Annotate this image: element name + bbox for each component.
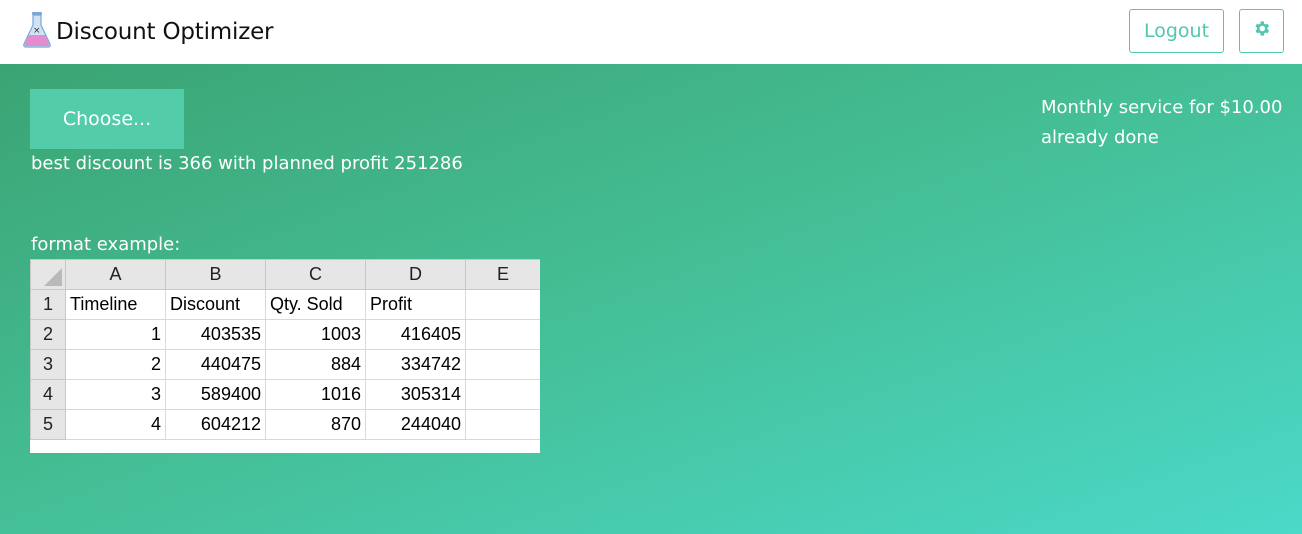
empty-cell bbox=[465, 379, 540, 410]
row-number: 1 bbox=[30, 289, 66, 320]
table-cell: 589400 bbox=[165, 379, 266, 410]
top-navbar: × Discount Optimizer Logout bbox=[0, 0, 1302, 64]
table-cell: 884 bbox=[265, 349, 366, 380]
choose-file-button[interactable]: Choose... bbox=[30, 89, 184, 149]
brand[interactable]: × Discount Optimizer bbox=[22, 12, 273, 52]
header-cell: Qty. Sold bbox=[265, 289, 366, 320]
table-cell: 403535 bbox=[165, 319, 266, 350]
table-cell: 3 bbox=[65, 379, 166, 410]
table-row: 4 3 589400 1016 305314 bbox=[30, 379, 540, 410]
column-header-row: A B C D E bbox=[30, 259, 540, 290]
table-cell: 305314 bbox=[365, 379, 466, 410]
table-row: 1 Timeline Discount Qty. Sold Profit bbox=[30, 289, 540, 320]
empty-cell bbox=[465, 289, 540, 320]
table-cell: 244040 bbox=[365, 409, 466, 440]
table-cell: 604212 bbox=[165, 409, 266, 440]
column-letter: B bbox=[165, 259, 266, 290]
format-example-sheet: A B C D E 1 Timeline Discount Qty. Sold … bbox=[30, 259, 540, 453]
select-all-corner bbox=[30, 259, 66, 290]
gear-icon bbox=[1252, 19, 1271, 43]
table-cell: 334742 bbox=[365, 349, 466, 380]
table-cell: 1 bbox=[65, 319, 166, 350]
empty-cell bbox=[465, 409, 540, 440]
row-number: 2 bbox=[30, 319, 66, 350]
service-line-price: Monthly service for $10.00 bbox=[1041, 97, 1283, 118]
table-cell: 1003 bbox=[265, 319, 366, 350]
table-row: 3 2 440475 884 334742 bbox=[30, 349, 540, 380]
table-row: 5 4 604212 870 244040 bbox=[30, 409, 540, 440]
format-example-label: format example: bbox=[31, 234, 181, 255]
empty-cell bbox=[465, 319, 540, 350]
column-letter: A bbox=[65, 259, 166, 290]
main-panel: Choose... best discount is 366 with plan… bbox=[0, 64, 1302, 534]
header-cell: Profit bbox=[365, 289, 466, 320]
table-cell: 440475 bbox=[165, 349, 266, 380]
flask-icon: × bbox=[22, 11, 52, 53]
column-letter: D bbox=[365, 259, 466, 290]
table-row: 2 1 403535 1003 416405 bbox=[30, 319, 540, 350]
svg-text:×: × bbox=[33, 26, 41, 36]
result-text: best discount is 366 with planned profit… bbox=[31, 153, 463, 174]
example-table: A B C D E 1 Timeline Discount Qty. Sold … bbox=[30, 259, 540, 440]
table-cell: 2 bbox=[65, 349, 166, 380]
app-title: Discount Optimizer bbox=[56, 19, 274, 45]
table-cell: 416405 bbox=[365, 319, 466, 350]
row-number: 3 bbox=[30, 349, 66, 380]
column-letter: C bbox=[265, 259, 366, 290]
header-cell: Timeline bbox=[65, 289, 166, 320]
service-line-status: already done bbox=[1041, 127, 1159, 148]
logout-button[interactable]: Logout bbox=[1129, 9, 1224, 53]
column-letter: E bbox=[465, 259, 540, 290]
table-cell: 1016 bbox=[265, 379, 366, 410]
header-cell: Discount bbox=[165, 289, 266, 320]
row-number: 4 bbox=[30, 379, 66, 410]
service-info: Monthly service for $10.00 already done bbox=[1041, 93, 1282, 153]
table-cell: 870 bbox=[265, 409, 366, 440]
row-number: 5 bbox=[30, 409, 66, 440]
settings-button[interactable] bbox=[1239, 9, 1284, 53]
empty-cell bbox=[465, 349, 540, 380]
table-cell: 4 bbox=[65, 409, 166, 440]
